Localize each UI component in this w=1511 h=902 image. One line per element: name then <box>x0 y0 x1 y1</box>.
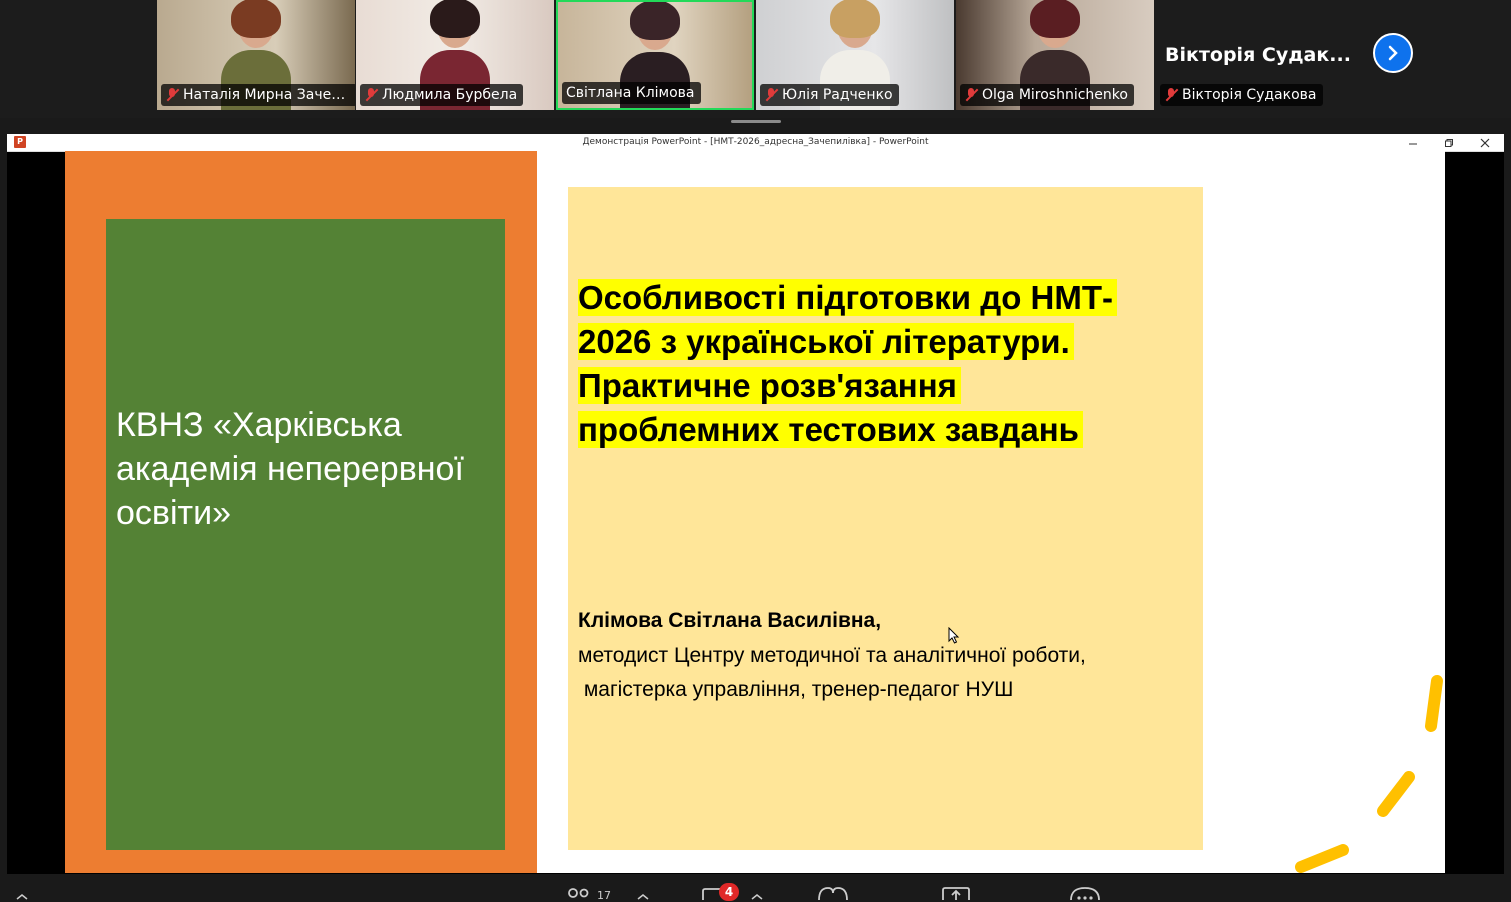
slide-green-box: КВНЗ «Харківська академія неперервної ос… <box>106 219 505 850</box>
slide-title-line: Практичне розв'язання <box>578 367 961 404</box>
chat-unread-badge: 4 <box>719 883 739 901</box>
participants-icon[interactable] <box>566 888 592 900</box>
participant-name-tag: Юлія Радченко <box>760 84 899 106</box>
video-tile[interactable]: Olga Miroshnichenko <box>956 0 1154 110</box>
chevron-up-icon[interactable] <box>751 894 763 900</box>
mic-muted-icon <box>165 88 179 102</box>
participants-count: 17 <box>597 889 611 902</box>
video-gallery: Наталія Мирна Зачеп... Людмила Бурбела С… <box>0 0 1511 118</box>
presentation-slide: КВНЗ «Харківська академія неперервної ос… <box>65 151 1445 873</box>
slide-title-line: Особливості підготовки до НМТ- <box>578 279 1117 316</box>
participant-name-tag: Людмила Бурбела <box>360 84 524 106</box>
slide-title-line: проблемних тестових завдань <box>578 411 1083 448</box>
participant-name-tag: Вікторія Судакова <box>1160 84 1323 106</box>
window-title: Демонстрація PowerPoint - [НМТ-2026_адре… <box>582 137 929 147</box>
minimize-button[interactable] <box>1398 134 1428 151</box>
slide-title-line: 2026 з української літератури. <box>578 323 1074 360</box>
restore-icon <box>1445 138 1453 147</box>
video-tile-active-speaker[interactable]: Світлана Клімова <box>556 0 754 110</box>
participant-name-tag: Olga Miroshnichenko <box>960 84 1134 106</box>
mic-muted-icon <box>1164 88 1178 102</box>
participant-name-tag: Наталія Мирна Зачеп... <box>161 84 355 106</box>
video-tile[interactable]: Юлія Радченко <box>756 0 954 110</box>
slide-title: Особливості підготовки до НМТ- 2026 з ук… <box>578 276 1188 452</box>
window-titlebar: P Демонстрація PowerPoint - [НМТ-2026_ад… <box>7 134 1504 152</box>
reactions-icon[interactable] <box>816 886 850 900</box>
chevron-up-icon[interactable] <box>637 894 649 900</box>
meeting-toolbar <box>0 874 1511 900</box>
video-tile[interactable]: Людмила Бурбела <box>356 0 554 110</box>
mouse-cursor-icon <box>948 627 960 644</box>
resize-handle[interactable] <box>731 120 781 123</box>
author-degree: магістерка управління, тренер-педагог НУ… <box>578 678 1014 701</box>
mic-muted-icon <box>964 88 978 102</box>
slide-left-panel: КВНЗ «Харківська академія неперервної ос… <box>65 151 537 873</box>
slide-content-box: Особливості підготовки до НМТ- 2026 з ук… <box>568 187 1203 850</box>
participant-big-name: Вікторія Судак... <box>1165 44 1351 66</box>
organization-name: КВНЗ «Харківська академія неперервної ос… <box>116 406 464 532</box>
mic-muted-icon <box>764 88 778 102</box>
decorative-dashed-curve <box>1295 675 1443 873</box>
chevron-up-icon <box>16 894 28 900</box>
video-tile[interactable]: Наталія Мирна Зачеп... <box>157 0 355 110</box>
next-page-button[interactable] <box>1373 33 1413 73</box>
chevron-right-icon <box>1388 45 1398 61</box>
author-role: методист Центру методичної та аналітично… <box>578 644 1086 667</box>
author-name: Клімова Світлана Василівна, <box>578 609 882 632</box>
restore-button[interactable] <box>1434 134 1464 151</box>
mic-muted-icon <box>364 88 378 102</box>
close-icon <box>1480 138 1490 147</box>
participant-name-tag: Світлана Клімова <box>562 82 701 104</box>
close-button[interactable] <box>1470 134 1500 151</box>
video-tile-no-video[interactable]: Вікторія Судак... Вікторія Судакова <box>1156 0 1364 110</box>
more-icon[interactable] <box>1069 886 1101 900</box>
share-screen-icon[interactable] <box>940 886 972 900</box>
minimize-icon <box>1409 143 1417 144</box>
shared-screen: P Демонстрація PowerPoint - [НМТ-2026_ад… <box>7 134 1504 874</box>
